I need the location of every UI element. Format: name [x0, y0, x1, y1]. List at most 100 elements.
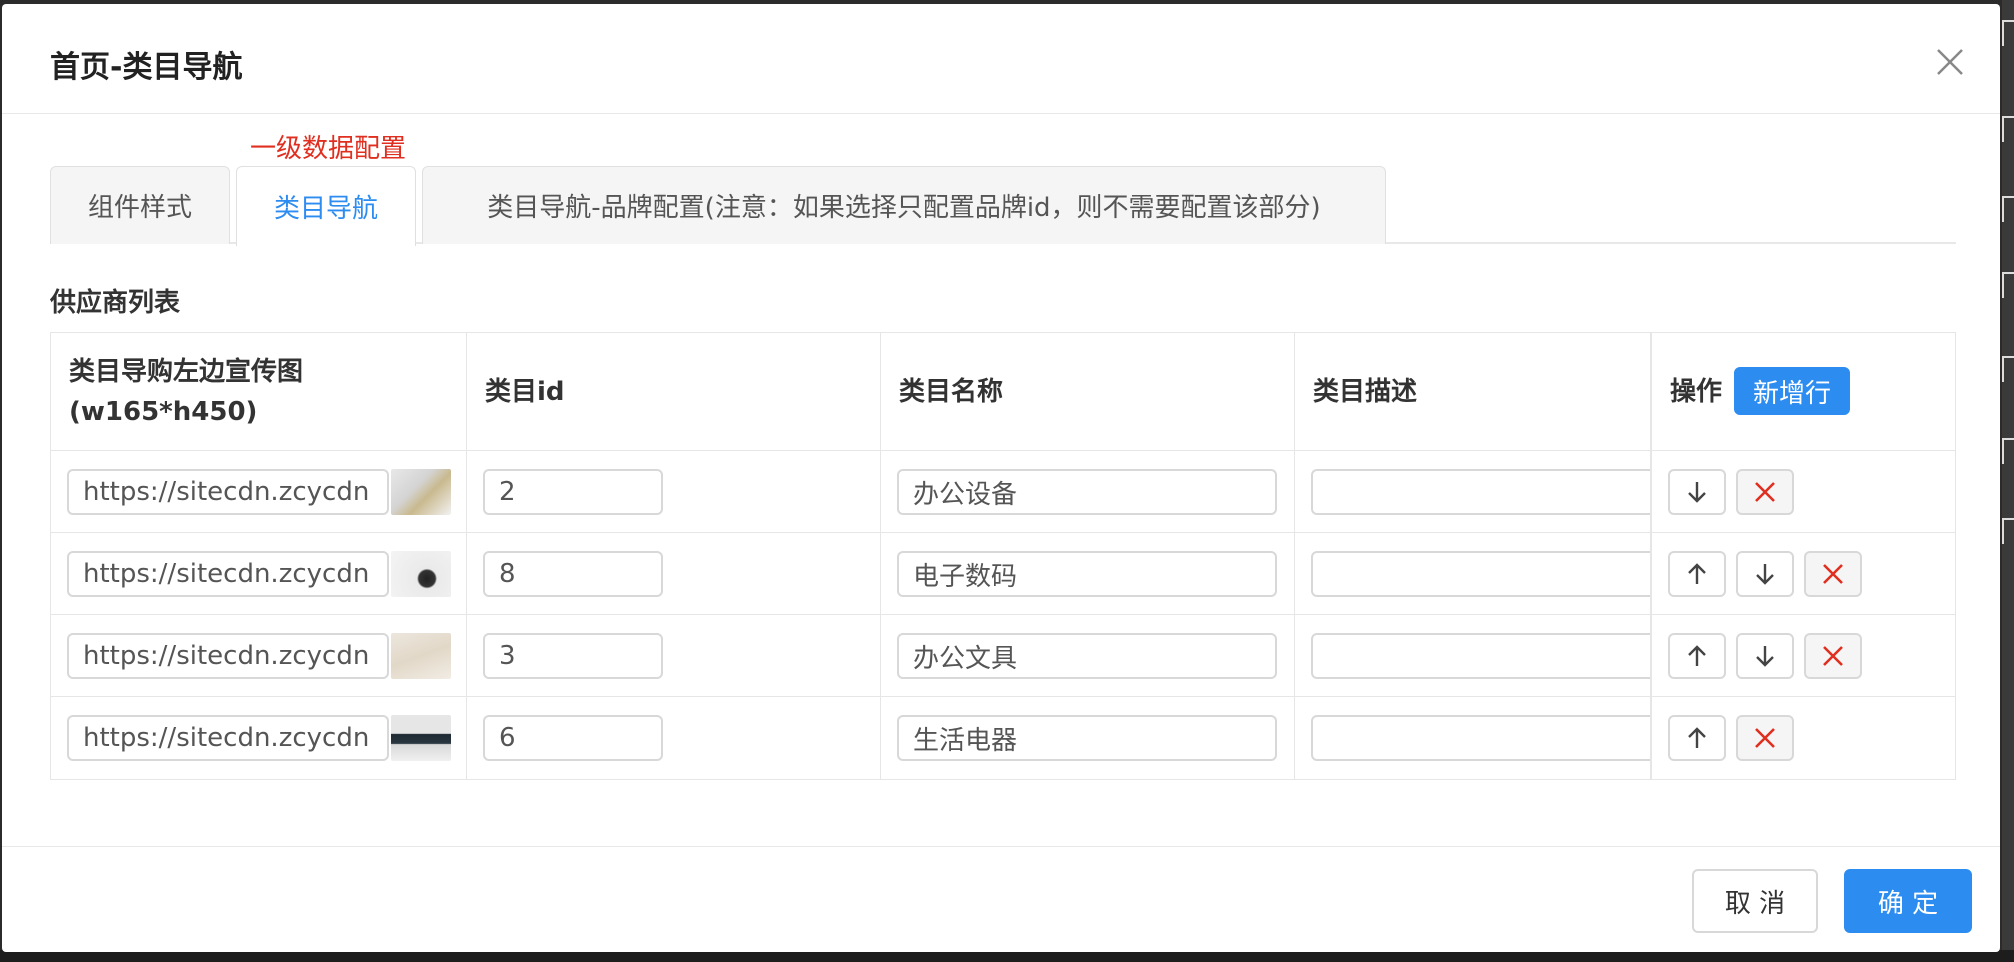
arrow-down-icon	[1756, 564, 1774, 585]
confirm-button[interactable]: 确 定	[1844, 869, 1972, 933]
delete-row-button[interactable]	[1736, 469, 1794, 515]
category-table: 类目导购左边宣传图 (w165*h450) 类目id 类目名称 类目描述 操作 …	[50, 332, 1956, 780]
tab-bar: 组件样式 类目导航 类目导航-品牌配置(注意：如果选择只配置品牌id，则不需要配…	[50, 164, 1956, 246]
header-cell: 类目id	[467, 333, 881, 450]
category-name-input[interactable]: 办公设备	[897, 469, 1277, 515]
delete-row-button[interactable]	[1736, 715, 1794, 761]
table-row: https://sitecdn.zcycdn 8 电子数码	[51, 533, 1955, 615]
image-thumbnail	[391, 469, 451, 515]
tab-component-style[interactable]: 组件样式	[50, 166, 230, 244]
category-id-input[interactable]: 8	[483, 551, 663, 597]
desc-cell	[1295, 451, 1651, 532]
delete-x-icon	[1755, 728, 1775, 748]
id-cell: 3	[467, 615, 881, 696]
table-row: https://sitecdn.zcycdn 3 办公文具	[51, 615, 1955, 697]
category-nav-modal: 首页-类目导航 一级数据配置 组件样式 类目导航 类目导航-品牌配置(注意：如果…	[2, 4, 2000, 952]
backdrop-edge	[2002, 0, 2014, 962]
name-cell: 电子数码	[881, 533, 1295, 614]
name-cell: 生活电器	[881, 697, 1295, 779]
supplier-list-title: 供应商列表	[50, 288, 181, 318]
arrow-down-icon	[1756, 646, 1774, 667]
add-row-button[interactable]: 新增行	[1734, 367, 1850, 415]
ops-cell	[1651, 697, 1957, 779]
table-header-row: 类目导购左边宣传图 (w165*h450) 类目id 类目名称 类目描述 操作 …	[51, 333, 1955, 451]
arrow-up-icon	[1688, 727, 1706, 748]
image-cell: https://sitecdn.zcycdn	[51, 615, 467, 696]
header-image-size: (w165*h450)	[69, 397, 258, 427]
category-id-input[interactable]: 6	[483, 715, 663, 761]
backdrop-mark	[2002, 116, 2014, 142]
category-id-input[interactable]: 3	[483, 633, 663, 679]
name-cell: 办公文具	[881, 615, 1295, 696]
header-name: 类目名称	[899, 377, 1004, 407]
image-cell: https://sitecdn.zcycdn	[51, 697, 467, 779]
cancel-button[interactable]: 取 消	[1692, 869, 1818, 933]
image-cell: https://sitecdn.zcycdn	[51, 533, 467, 614]
desc-cell	[1295, 697, 1651, 779]
move-down-button[interactable]	[1736, 551, 1794, 597]
header-cell: 类目名称	[881, 333, 1295, 450]
modal-footer: 取 消 确 定	[2, 846, 2000, 952]
id-cell: 6	[467, 697, 881, 779]
ops-cell	[1651, 451, 1957, 532]
modal-header: 首页-类目导航	[2, 4, 2000, 114]
header-id: 类目id	[485, 377, 565, 407]
image-thumbnail	[391, 551, 451, 597]
backdrop-mark	[2002, 438, 2014, 464]
close-icon	[1937, 49, 1963, 75]
header-image: 类目导购左边宣传图	[69, 357, 304, 387]
desc-cell	[1295, 533, 1651, 614]
ops-cell	[1651, 615, 1957, 696]
table-row: https://sitecdn.zcycdn 2 办公设备	[51, 451, 1955, 533]
backdrop-mark	[2002, 20, 2014, 46]
move-up-button[interactable]	[1668, 633, 1726, 679]
image-cell: https://sitecdn.zcycdn	[51, 451, 467, 532]
category-desc-input[interactable]	[1311, 551, 1650, 597]
level-one-config-hint: 一级数据配置	[250, 134, 407, 164]
desc-cell	[1295, 615, 1651, 696]
header-desc: 类目描述	[1313, 377, 1418, 407]
category-desc-input[interactable]	[1311, 715, 1650, 761]
id-cell: 2	[467, 451, 881, 532]
header-cell: 操作 新增行	[1651, 333, 1957, 450]
header-ops: 操作	[1670, 377, 1723, 407]
category-name-input[interactable]: 电子数码	[897, 551, 1277, 597]
delete-x-icon	[1755, 482, 1775, 502]
delete-row-button[interactable]	[1804, 633, 1862, 679]
name-cell: 办公设备	[881, 451, 1295, 532]
tab-brand-config[interactable]: 类目导航-品牌配置(注意：如果选择只配置品牌id，则不需要配置该部分)	[422, 166, 1386, 244]
image-url-input[interactable]: https://sitecdn.zcycdn	[67, 715, 389, 761]
modal-title: 首页-类目导航	[50, 50, 243, 85]
tab-category-nav[interactable]: 类目导航	[236, 166, 416, 246]
move-down-button[interactable]	[1736, 633, 1794, 679]
backdrop-mark	[2002, 518, 2014, 544]
id-cell: 8	[467, 533, 881, 614]
arrow-up-icon	[1688, 563, 1706, 584]
category-name-input[interactable]: 办公文具	[897, 633, 1277, 679]
delete-x-icon	[1823, 564, 1843, 584]
image-thumbnail	[391, 715, 451, 761]
category-name-input[interactable]: 生活电器	[897, 715, 1277, 761]
image-url-input[interactable]: https://sitecdn.zcycdn	[67, 469, 389, 515]
image-thumbnail	[391, 633, 451, 679]
category-desc-input[interactable]	[1311, 633, 1650, 679]
header-cell: 类目描述	[1295, 333, 1651, 450]
header-cell: 类目导购左边宣传图 (w165*h450)	[51, 333, 467, 450]
image-url-input[interactable]: https://sitecdn.zcycdn	[67, 633, 389, 679]
move-up-button[interactable]	[1668, 715, 1726, 761]
arrow-down-icon	[1688, 482, 1706, 503]
backdrop-mark	[2002, 356, 2014, 382]
backdrop-mark	[2002, 272, 2014, 298]
move-down-button[interactable]	[1668, 469, 1726, 515]
category-desc-input[interactable]	[1311, 469, 1650, 515]
ops-cell	[1651, 533, 1957, 614]
delete-x-icon	[1823, 646, 1843, 666]
backdrop-mark	[2002, 196, 2014, 222]
arrow-up-icon	[1688, 645, 1706, 666]
category-id-input[interactable]: 2	[483, 469, 663, 515]
table-row: https://sitecdn.zcycdn 6 生活电器	[51, 697, 1955, 779]
delete-row-button[interactable]	[1804, 551, 1862, 597]
image-url-input[interactable]: https://sitecdn.zcycdn	[67, 551, 389, 597]
close-button[interactable]	[1932, 44, 1968, 80]
move-up-button[interactable]	[1668, 551, 1726, 597]
